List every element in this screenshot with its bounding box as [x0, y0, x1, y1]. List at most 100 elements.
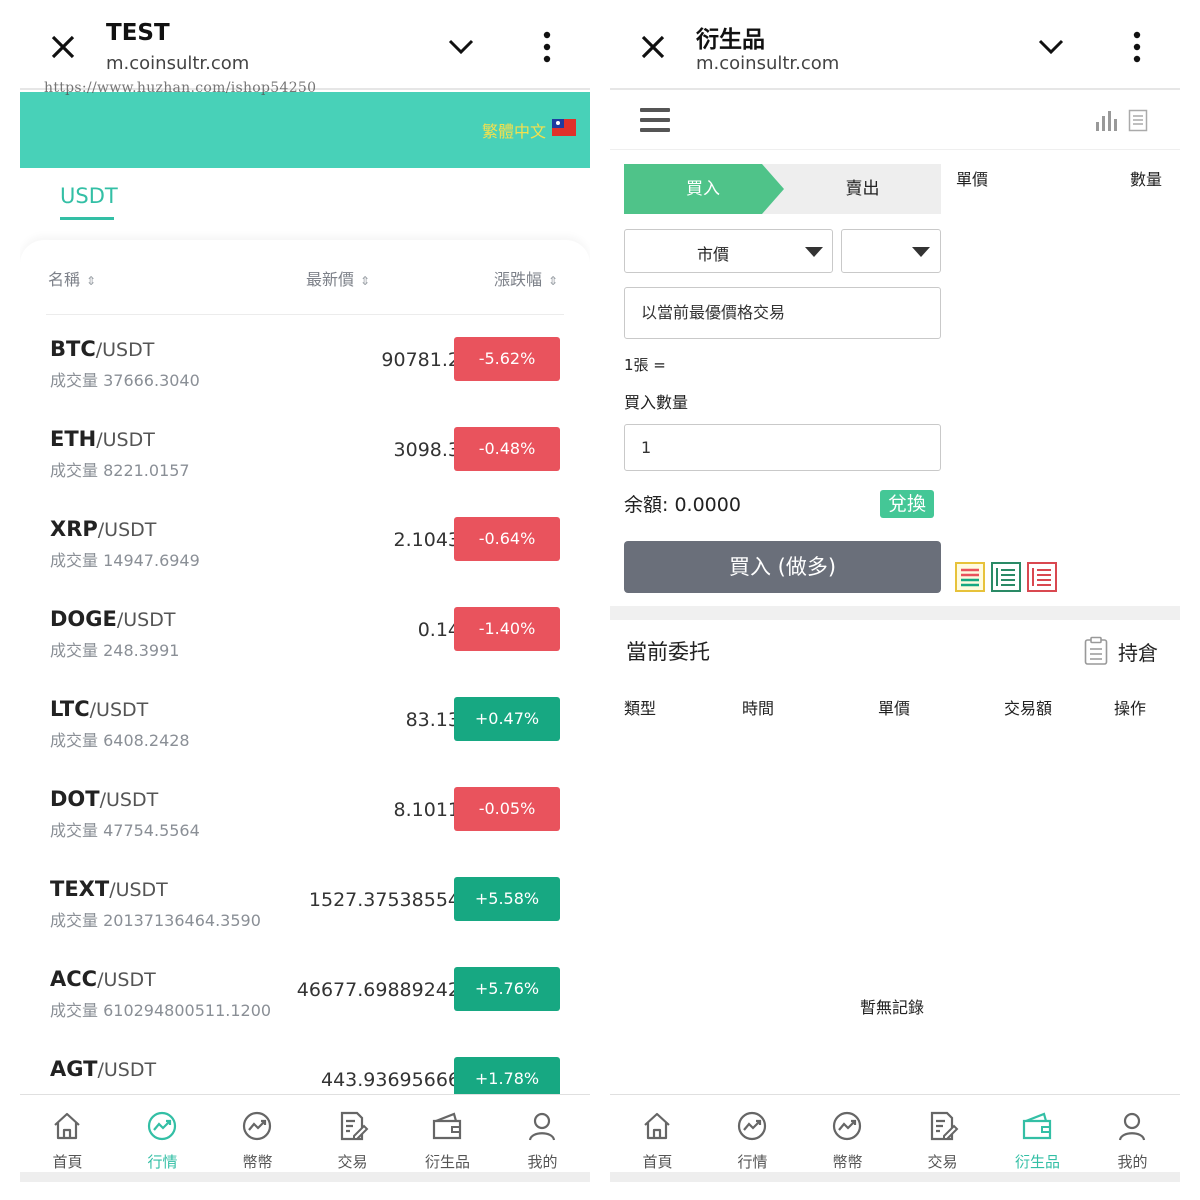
buy-sell-switch: 買入 賣出 [624, 164, 941, 214]
column-price-header[interactable]: 最新價 ⇕ [306, 266, 370, 290]
nav-item-coin-trade[interactable]: 幣幣 [210, 1095, 305, 1173]
market-row[interactable]: ACC/USDT 成交量 610294800511.1200 46677.69889… [20, 967, 590, 1057]
wallet-icon [1022, 1112, 1052, 1140]
tab-usdt[interactable]: USDT [60, 184, 118, 208]
nav-label: 幣幣 [832, 1153, 863, 1171]
tab-sell[interactable]: 賣出 [784, 164, 941, 214]
browser-title: 衍生品 [696, 27, 765, 53]
volume-text: 成交量 248.3991 [50, 641, 180, 660]
last-price: 83.13 [405, 709, 460, 731]
trade-icon [340, 1111, 369, 1141]
column-name-header[interactable]: 名稱 ⇕ [48, 266, 96, 290]
market-row[interactable]: XRP/USDT 成交量 14947.6949 2.1043 -0.64% [20, 517, 590, 607]
market-row[interactable]: ETH/USDT 成交量 8221.0157 3098.3 -0.48% [20, 427, 590, 517]
nav-item-wallet[interactable]: 衍生品 [400, 1095, 495, 1173]
nav-item-coin-trade[interactable]: 幣幣 [800, 1095, 895, 1173]
base-symbol: BTC [50, 337, 96, 361]
order-type-select[interactable]: 市價 [624, 229, 833, 273]
change-badge[interactable]: +0.47% [454, 697, 560, 741]
flag-icon[interactable] [552, 119, 576, 136]
browser-url: m.coinsultr.com [696, 53, 840, 74]
nav-item-profile[interactable]: 我的 [1085, 1095, 1180, 1173]
change-badge[interactable]: -0.48% [454, 427, 560, 471]
chart-icon[interactable] [1094, 108, 1118, 132]
nav-item-market[interactable]: 行情 [705, 1095, 800, 1173]
leverage-select[interactable] [841, 229, 941, 273]
orderbook-both-icon[interactable] [955, 562, 985, 592]
more-menu-icon[interactable] [1130, 30, 1144, 64]
bottom-nav: 首頁 行情 幣幣 交易 衍生品 我的 [610, 1094, 1180, 1172]
market-row[interactable]: DOT/USDT 成交量 47754.5564 8.1011 -0.05% [20, 787, 590, 877]
market-row[interactable]: BTC/USDT 成交量 37666.3040 90781.2 -5.62% [20, 337, 590, 427]
base-symbol: DOGE [50, 607, 117, 631]
base-symbol: DOT [50, 787, 100, 811]
nav-item-wallet[interactable]: 衍生品 [990, 1095, 1085, 1173]
orderbook-sell-icon[interactable] [1027, 562, 1057, 592]
nav-label: 首頁 [52, 1153, 83, 1171]
quantity-input[interactable]: 1 [624, 424, 941, 471]
nav-item-trade[interactable]: 交易 [305, 1095, 400, 1173]
column-change-label: 漲跌幅 [494, 270, 543, 289]
coin-trade-icon [832, 1111, 862, 1141]
nav-item-trade[interactable]: 交易 [895, 1095, 990, 1173]
close-icon[interactable] [48, 32, 78, 62]
nav-label: 衍生品 [1014, 1153, 1060, 1171]
change-badge[interactable]: -0.64% [454, 517, 560, 561]
quote-symbol: /USDT [95, 339, 155, 361]
quantity-label: 買入數量 [624, 393, 689, 412]
price-field[interactable]: 以當前最優價格交易 [624, 287, 941, 339]
nav-label: 行情 [147, 1153, 178, 1171]
home-icon [54, 1112, 80, 1140]
pair-symbol: ACC/USDT [50, 967, 156, 991]
close-icon[interactable] [638, 32, 668, 62]
nav-item-market[interactable]: 行情 [115, 1095, 210, 1173]
nav-label: 衍生品 [424, 1153, 470, 1171]
change-badge[interactable]: +5.76% [454, 967, 560, 1011]
orders-col-type: 類型 [624, 699, 657, 718]
balance-text: 余額: 0.0000 [624, 494, 741, 516]
change-badge[interactable]: +5.58% [454, 877, 560, 921]
nav-label: 我的 [1117, 1153, 1148, 1171]
orderbook-price-header: 單價 [956, 170, 989, 189]
volume-text: 成交量 37666.3040 [50, 371, 200, 390]
orders-col-price: 單價 [878, 699, 911, 718]
bottom-nav: 首頁 行情 幣幣 交易 衍生品 我的 [20, 1094, 590, 1172]
change-badge[interactable]: -0.05% [454, 787, 560, 831]
menu-icon[interactable] [640, 108, 670, 132]
lot-size-text: 1張 = [624, 356, 666, 374]
document-icon[interactable] [1128, 108, 1148, 132]
column-change-header[interactable]: 漲跌幅 ⇕ [494, 266, 558, 290]
wallet-icon [432, 1112, 462, 1140]
pair-symbol: DOT/USDT [50, 787, 158, 811]
nav-label: 行情 [737, 1153, 768, 1171]
sort-icon: ⇕ [548, 274, 559, 288]
chevron-down-icon[interactable] [1038, 38, 1064, 56]
orderbook-buy-icon[interactable] [991, 562, 1021, 592]
sort-icon: ⇕ [86, 274, 97, 288]
change-badge[interactable]: -1.40% [454, 607, 560, 651]
tab-buy[interactable]: 買入 [624, 164, 784, 214]
nav-label: 交易 [927, 1153, 958, 1171]
change-badge[interactable]: -5.62% [454, 337, 560, 381]
browser-url: m.coinsultr.com [106, 53, 250, 74]
nav-item-profile[interactable]: 我的 [495, 1095, 590, 1173]
last-price: 443.93695666 [320, 1069, 460, 1091]
market-row[interactable]: DOGE/USDT 成交量 248.3991 0.14 -1.40% [20, 607, 590, 697]
market-row[interactable]: LTC/USDT 成交量 6408.2428 83.13 +0.47% [20, 697, 590, 787]
nav-item-home[interactable]: 首頁 [20, 1095, 115, 1173]
volume-text: 成交量 14947.6949 [50, 551, 200, 570]
base-symbol: ACC [50, 967, 98, 991]
quote-symbol: /USDT [97, 969, 156, 991]
more-menu-icon[interactable] [540, 30, 554, 64]
nav-item-home[interactable]: 首頁 [610, 1095, 705, 1173]
swap-button[interactable]: 兌換 [880, 490, 934, 518]
nav-label: 幣幣 [242, 1153, 273, 1171]
orders-col-time: 時間 [742, 699, 775, 718]
market-row[interactable]: TEXT/USDT 成交量 20137136464.3590 1527.375385… [20, 877, 590, 967]
pair-symbol: BTC/USDT [50, 337, 154, 361]
language-selector[interactable]: 繁體中文 [482, 118, 546, 142]
volume-text: 成交量 8221.0157 [50, 461, 190, 480]
buy-long-button[interactable]: 買入 (做多) [624, 541, 941, 593]
chevron-down-icon[interactable] [448, 38, 474, 56]
quote-symbol: /USDT [97, 519, 157, 541]
